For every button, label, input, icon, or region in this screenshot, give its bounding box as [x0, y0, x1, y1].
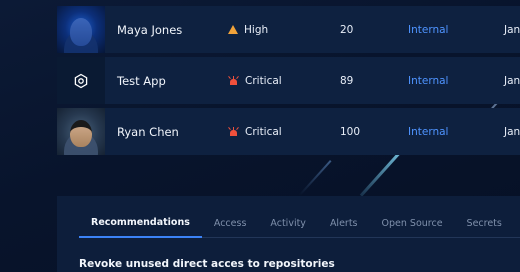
tab-open-source[interactable]: Open Source	[370, 218, 455, 237]
scope-link[interactable]: Internal	[408, 75, 448, 87]
avatar	[57, 108, 105, 155]
row-name: Maya Jones	[117, 22, 183, 37]
details-panel: Recommendations Access Activity Alerts O…	[57, 196, 520, 272]
severity-cell: Critical	[228, 75, 282, 87]
scope-link[interactable]: Internal	[408, 126, 448, 138]
recommendation-title: Revoke unused direct acces to repositori…	[79, 258, 335, 270]
app-thumbnail	[57, 57, 105, 104]
severity-cell: Critical	[228, 126, 282, 138]
count-cell: 100	[340, 125, 361, 138]
date-cell: Jan	[504, 23, 520, 36]
hexagon-app-icon	[74, 73, 88, 88]
row-name: Ryan Chen	[117, 124, 179, 139]
severity-label: Critical	[245, 74, 282, 87]
count-cell: 89	[340, 74, 354, 87]
table-row[interactable]: Ryan Chen Critical 100 Internal Jan	[57, 108, 520, 155]
critical-siren-icon	[228, 127, 239, 136]
row-name: Test App	[117, 73, 166, 88]
tab-alerts[interactable]: Alerts	[318, 218, 370, 237]
table-row[interactable]: Maya Jones High 20 Internal Jan	[57, 6, 520, 53]
tab-recommendations[interactable]: Recommendations	[79, 217, 202, 238]
date-cell: Jan	[504, 125, 520, 138]
scope-link[interactable]: Internal	[408, 24, 448, 36]
count-cell: 20	[340, 23, 354, 36]
tab-secrets[interactable]: Secrets	[455, 218, 514, 237]
table-row[interactable]: Test App Critical 89 Internal Jan	[57, 57, 520, 104]
avatar	[57, 6, 105, 53]
identity-table: Maya Jones High 20 Internal Jan Test App…	[57, 6, 520, 159]
severity-label: Critical	[245, 125, 282, 138]
date-cell: Jan	[504, 74, 520, 87]
warning-triangle-icon	[228, 25, 238, 34]
tab-access[interactable]: Access	[202, 218, 259, 237]
tab-bar: Recommendations Access Activity Alerts O…	[79, 196, 520, 238]
tab-activity[interactable]: Activity	[258, 218, 318, 237]
critical-siren-icon	[228, 76, 239, 85]
severity-cell: High	[228, 24, 268, 36]
severity-label: High	[244, 23, 269, 36]
